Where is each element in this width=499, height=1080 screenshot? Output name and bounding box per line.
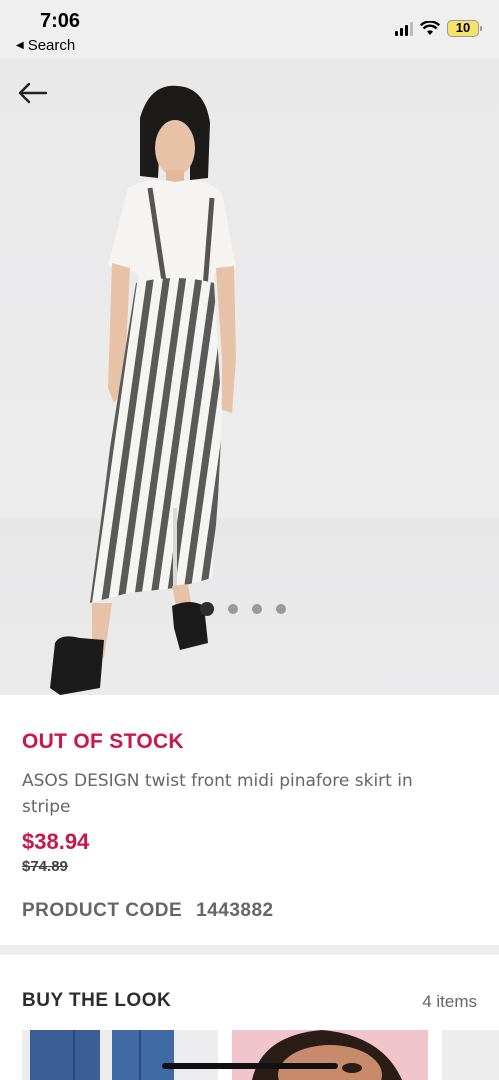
cellular-signal-icon	[395, 21, 413, 36]
back-to-app-link[interactable]: ◀ Search	[16, 37, 75, 54]
product-image-carousel[interactable]	[0, 58, 499, 695]
product-photo	[50, 85, 236, 695]
carousel-dot-2[interactable]	[228, 604, 238, 614]
status-icons: 10	[395, 20, 482, 37]
status-bar: 7:06 ◀ Search 10	[0, 0, 499, 58]
carousel-dot-3[interactable]	[252, 604, 262, 614]
stock-status: OUT OF STOCK	[22, 730, 184, 753]
carousel-dots	[200, 602, 286, 616]
carousel-dot-1[interactable]	[200, 602, 214, 616]
status-time: 7:06	[40, 10, 81, 32]
buy-the-look-title: BUY THE LOOK	[22, 990, 172, 1011]
battery-icon: 10	[447, 20, 482, 37]
carousel-dot-4[interactable]	[276, 604, 286, 614]
home-indicator[interactable]	[162, 1063, 338, 1069]
look-item-3[interactable]	[442, 1030, 499, 1080]
look-item-jeans[interactable]	[22, 1030, 218, 1080]
product-info-card: OUT OF STOCK ASOS DESIGN twist front mid…	[0, 695, 499, 945]
back-triangle-icon: ◀	[16, 40, 24, 51]
product-title: ASOS DESIGN twist front midi pinafore sk…	[22, 771, 413, 817]
model-face-image	[232, 1030, 428, 1080]
buy-the-look-count: 4 items	[422, 992, 477, 1011]
look-item-beauty[interactable]	[232, 1030, 428, 1080]
jeans-image	[30, 1030, 174, 1080]
current-price: $38.94	[22, 829, 90, 854]
back-app-label: Search	[27, 37, 76, 54]
product-code-label: PRODUCT CODE	[22, 900, 183, 921]
original-price: $74.89	[22, 858, 68, 875]
product-code: PRODUCT CODE 1443882	[22, 900, 274, 922]
product-screen: 7:06 ◀ Search 10 OUT OF STOCK ASOS DESIG…	[0, 0, 499, 1080]
product-code-value: 1443882	[196, 900, 274, 921]
wifi-icon	[420, 21, 440, 35]
arrow-left-icon[interactable]	[18, 82, 48, 104]
buy-the-look-section: BUY THE LOOK 4 items	[0, 955, 499, 1080]
